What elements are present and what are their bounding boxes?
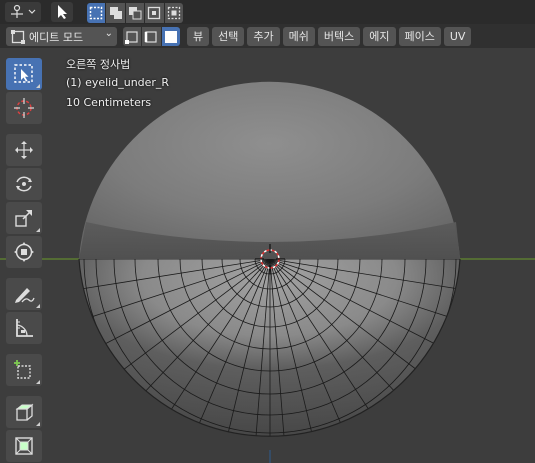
menu-mesh[interactable]: 메쉬: [282, 27, 315, 46]
face-select-button[interactable]: [161, 27, 180, 46]
scale-icon: [15, 210, 32, 227]
rotate-icon: [16, 176, 32, 192]
inset-icon: [15, 437, 33, 455]
select-extend-icon: [109, 7, 122, 19]
select-intersect-button[interactable]: [164, 3, 183, 23]
tool-cursor[interactable]: [6, 92, 42, 124]
edit-mode-label: 에디트 모드: [29, 31, 84, 44]
edit-mode-icon: [11, 30, 25, 44]
select-extend-button[interactable]: [106, 3, 126, 23]
select-subtract-button[interactable]: [125, 3, 146, 23]
select-invert-icon: [148, 6, 161, 20]
menu-edge[interactable]: 에지: [363, 27, 396, 46]
menu-view[interactable]: 뷰: [187, 27, 210, 46]
view-name-label: 오른쪽 정사법: [66, 58, 131, 71]
grid-scale-label: 10 Centimeters: [66, 96, 152, 109]
face-select-icon: [164, 30, 177, 43]
tool-add-cube[interactable]: [6, 354, 42, 386]
transform-icon: [14, 242, 34, 262]
tool-transform[interactable]: [6, 236, 42, 268]
header-menu: 뷰 선택 추가 메쉬 버텍스 에지 페이스 UV: [187, 27, 472, 46]
select-new-icon: [89, 6, 103, 20]
tool-select-box[interactable]: [6, 58, 42, 90]
chevron-down-icon: ⌄: [104, 28, 113, 39]
tool-header: [0, 0, 535, 24]
select-invert-button[interactable]: [145, 3, 165, 23]
mesh-canvas[interactable]: [0, 48, 535, 463]
add-cube-icon: [14, 360, 31, 379]
tool-annotate[interactable]: [6, 278, 42, 310]
selection-mode-group[interactable]: [87, 3, 183, 23]
mesh-select-mode-group[interactable]: [123, 27, 180, 46]
menu-uv[interactable]: UV: [443, 27, 472, 46]
tool-inset[interactable]: [6, 430, 42, 462]
lower-mesh-surface: [79, 259, 460, 437]
select-box-icon: [14, 64, 33, 83]
menu-vertex[interactable]: 버텍스: [317, 27, 361, 46]
object-name-label: (1) eyelid_under_R: [66, 76, 170, 89]
tool-measure[interactable]: [6, 312, 42, 344]
cursor-icon: [14, 98, 34, 118]
menu-add[interactable]: 추가: [247, 27, 280, 46]
tool-scale[interactable]: [6, 202, 42, 234]
tool-extrude[interactable]: [6, 396, 42, 428]
measure-icon: [16, 319, 33, 337]
edit-mode-dropdown[interactable]: 에디트 모드 ⌄: [6, 27, 117, 46]
vertex-select-icon: [125, 30, 138, 44]
transform-gizmo-icon: [11, 4, 36, 18]
menu-face[interactable]: 페이스: [398, 27, 441, 46]
menu-select[interactable]: 선택: [212, 27, 245, 46]
cursor-arrow-icon: [58, 5, 67, 19]
tool-move[interactable]: [6, 134, 42, 166]
edge-select-icon: [145, 30, 158, 43]
tool-rotate[interactable]: [6, 168, 42, 200]
select-tool-button[interactable]: [51, 2, 73, 22]
mode-pivot-dropdown[interactable]: [5, 2, 41, 22]
select-new-button[interactable]: [87, 3, 107, 23]
edge-select-button[interactable]: [142, 27, 162, 46]
annotate-icon: [15, 288, 35, 303]
move-icon: [15, 141, 33, 159]
select-intersect-icon: [167, 6, 180, 20]
extrude-icon: [15, 403, 34, 421]
3d-viewport[interactable]: 오른쪽 정사법 (1) eyelid_under_R 10 Centimeter…: [0, 48, 535, 463]
select-subtract-icon: [129, 7, 142, 20]
vertex-select-button[interactable]: [123, 27, 143, 46]
